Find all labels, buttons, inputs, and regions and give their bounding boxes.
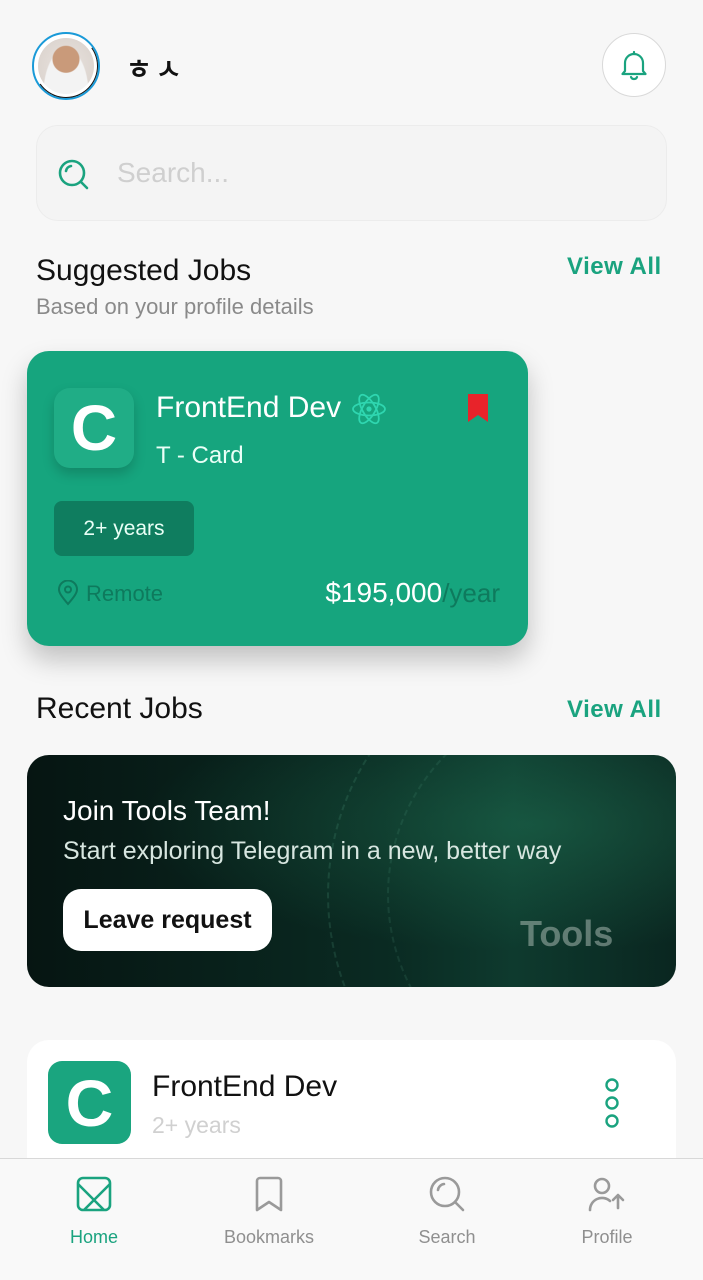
bell-icon <box>621 50 647 81</box>
company-logo: C <box>48 1061 131 1144</box>
recent-view-all-link[interactable]: View All <box>567 696 662 724</box>
more-options-icon[interactable] <box>601 1078 623 1128</box>
recent-jobs-title: Recent Jobs <box>36 692 203 725</box>
home-icon <box>76 1176 112 1212</box>
promo-banner: Join Tools Team! Start exploring Telegra… <box>27 755 676 987</box>
bookmark-icon <box>255 1176 283 1212</box>
bookmark-filled-icon[interactable] <box>467 393 489 423</box>
profile-icon <box>588 1177 625 1212</box>
notifications-button[interactable] <box>602 33 666 97</box>
nav-label-bookmarks: Bookmarks <box>223 1227 315 1247</box>
location-pin-icon <box>57 580 79 606</box>
nav-label-profile: Profile <box>581 1227 633 1247</box>
nav-label-search: Search <box>418 1227 476 1247</box>
search-input[interactable] <box>117 146 637 200</box>
job-title: FrontEnd Dev <box>156 391 342 424</box>
banner-title: Join Tools Team! <box>63 795 271 826</box>
company-logo: C <box>54 388 134 468</box>
nav-label-home: Home <box>69 1227 118 1247</box>
search-icon <box>429 1176 465 1212</box>
search-bar[interactable] <box>36 125 667 221</box>
nav-item-profile[interactable]: Profile <box>537 1159 677 1280</box>
suggested-view-all-link[interactable]: View All <box>567 253 662 281</box>
leave-request-button[interactable]: Leave request <box>63 889 272 951</box>
nav-item-search[interactable]: Search <box>377 1159 517 1280</box>
suggested-jobs-title: Suggested Jobs <box>36 254 252 287</box>
nav-item-bookmarks[interactable]: Bookmarks <box>199 1159 339 1280</box>
banner-subtitle: Start exploring Telegram in a new, bette… <box>63 837 562 865</box>
suggested-job-card[interactable]: C FrontEnd Dev T - Card 2+ years Remote … <box>27 351 528 646</box>
job-salary: $195,000/year <box>325 577 500 609</box>
salary-amount: $195,000 <box>325 577 443 608</box>
search-icon <box>58 159 89 190</box>
experience-badge: 2+ years <box>54 501 194 556</box>
salary-period: /year <box>442 578 500 608</box>
banner-brand-logo: Tools <box>520 913 614 954</box>
username: ㅎㅅ <box>126 54 186 85</box>
bottom-navigation: Home Bookmarks Search Profile <box>0 1158 703 1280</box>
avatar-story-ring <box>34 34 98 98</box>
company-name: T - Card <box>156 442 244 469</box>
react-atom-icon <box>352 393 386 425</box>
nav-item-home[interactable]: Home <box>24 1159 164 1280</box>
job-experience: 2+ years <box>152 1112 241 1138</box>
user-avatar[interactable] <box>32 32 100 100</box>
suggested-jobs-subtitle: Based on your profile details <box>36 294 314 319</box>
job-title: FrontEnd Dev <box>152 1070 338 1103</box>
job-location: Remote <box>86 581 164 606</box>
